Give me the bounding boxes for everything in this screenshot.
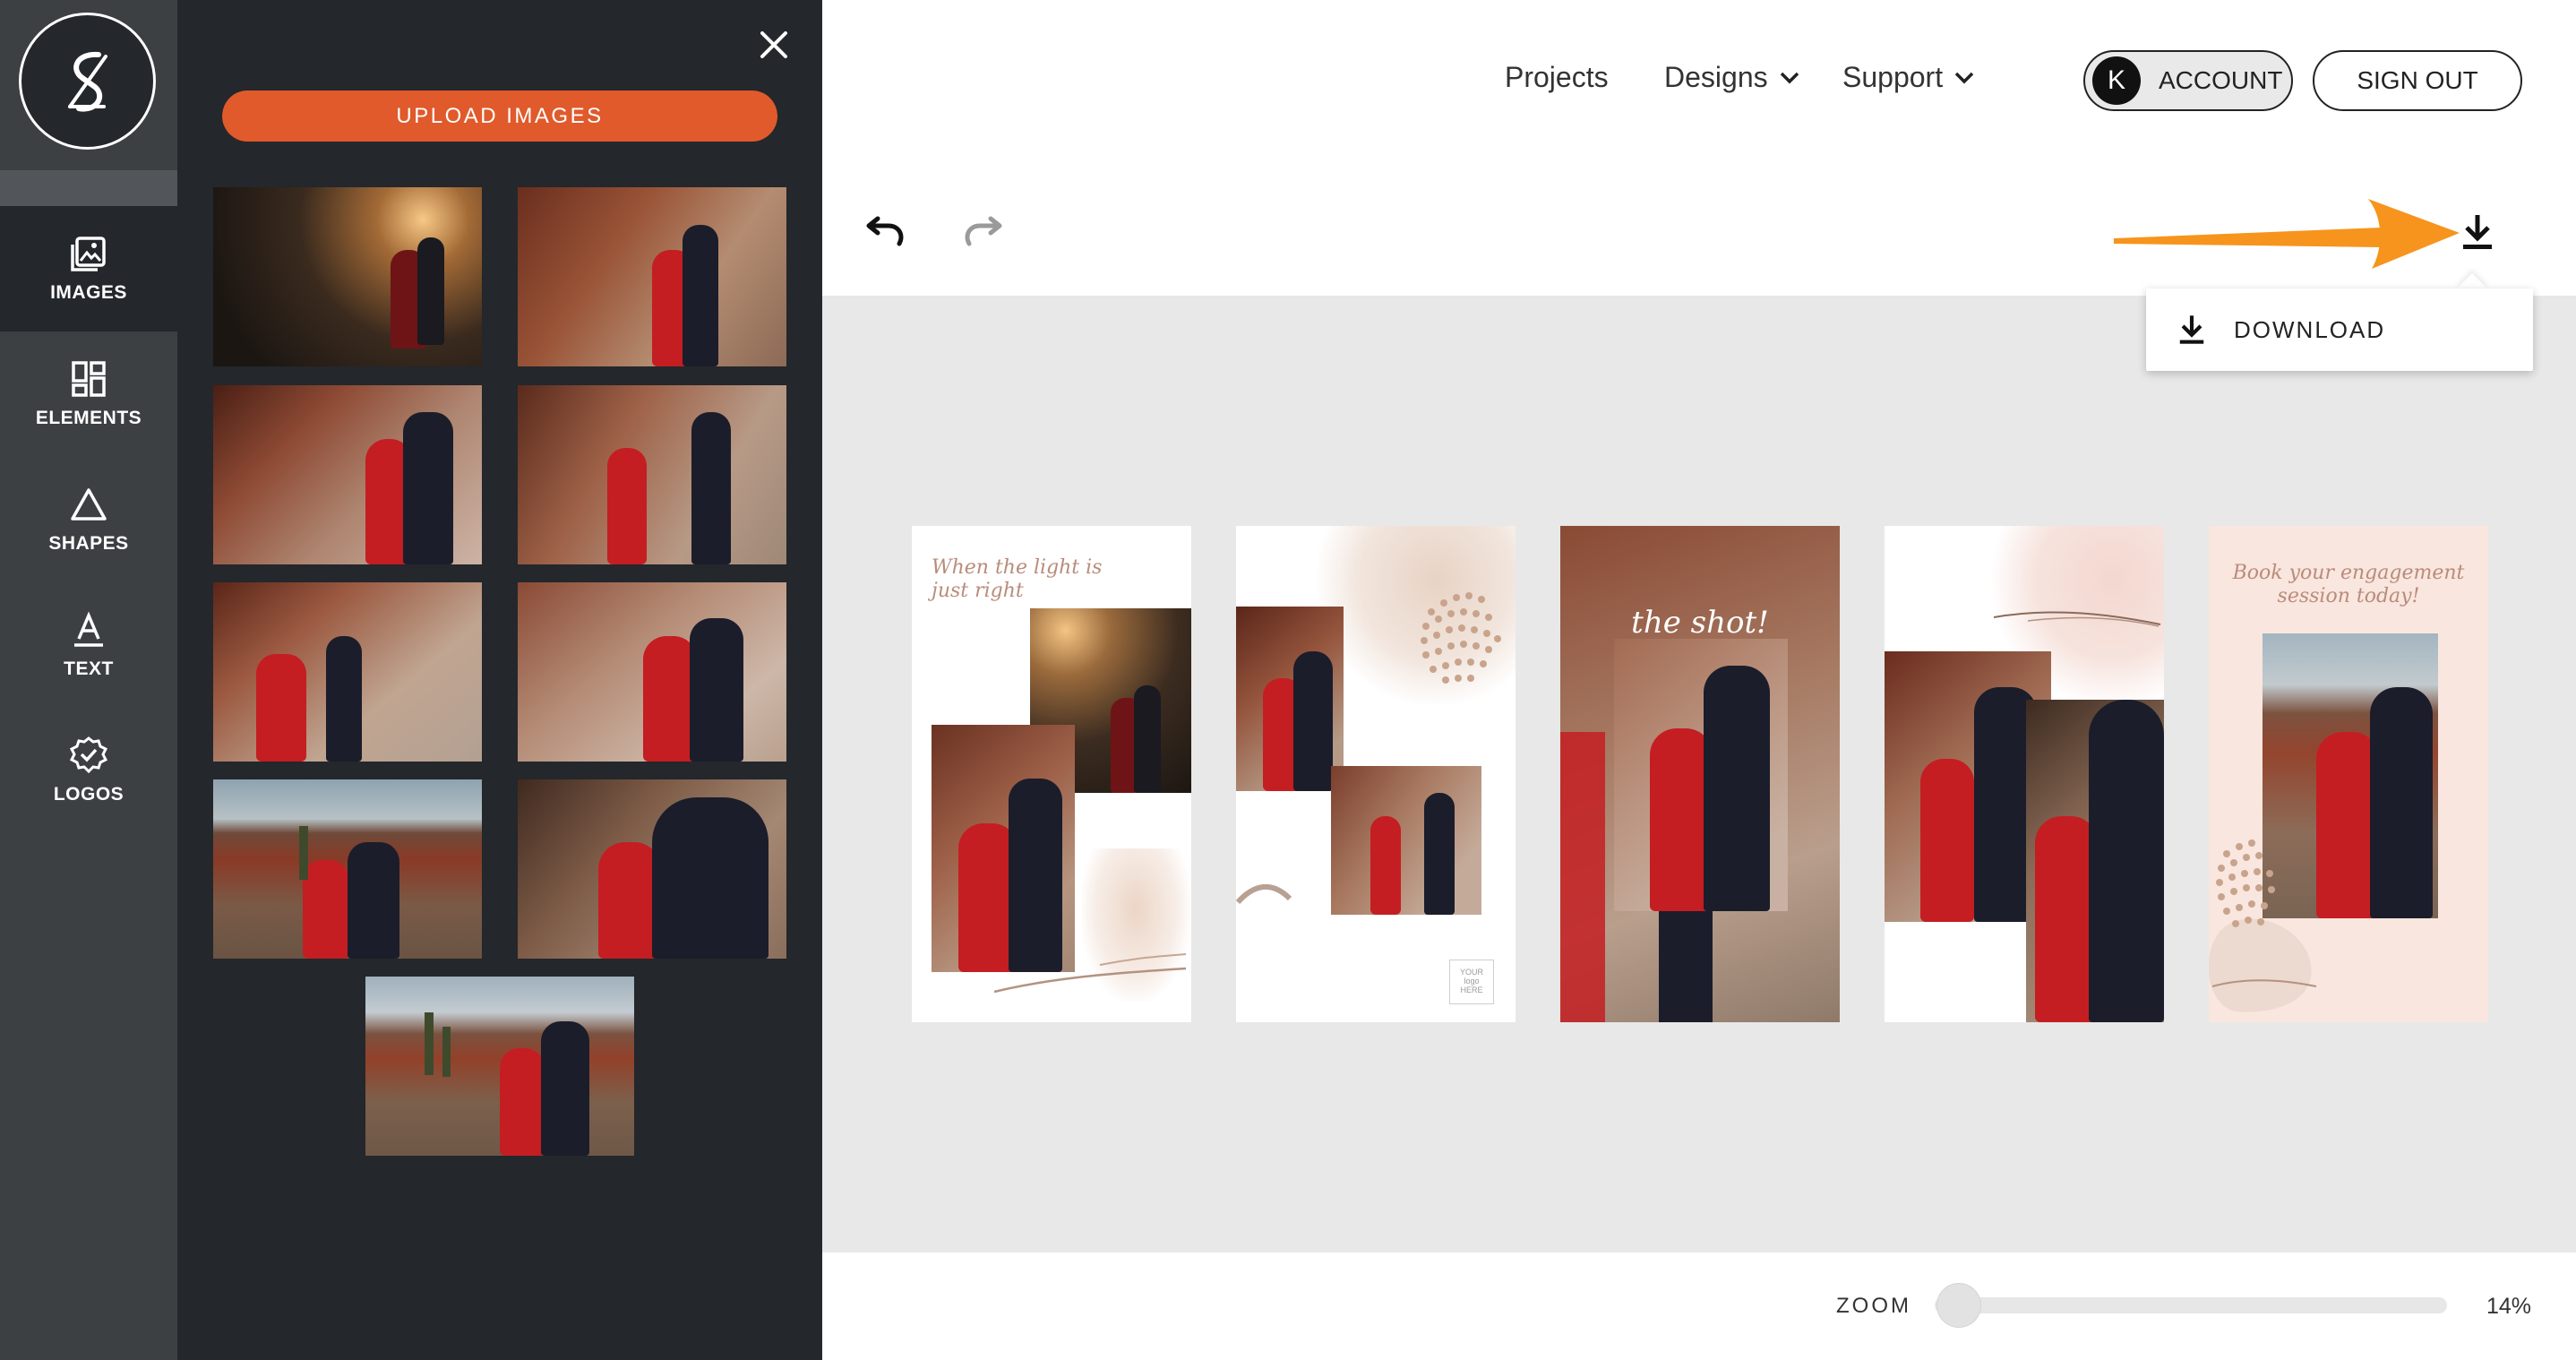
design-card-5[interactable]: Book your engagement session today! (2209, 526, 2488, 1022)
design-card-2[interactable]: YOUR logo HERE (1236, 526, 1516, 1022)
design-photo (2026, 700, 2164, 1022)
chevron-down-icon (1954, 72, 1974, 83)
zoom-slider-handle[interactable] (1936, 1283, 1981, 1328)
design-caption-text: Book your engagement session today! (2232, 562, 2465, 608)
nav-designs-label: Designs (1664, 61, 1768, 93)
zoom-slider-track[interactable] (1935, 1297, 2447, 1313)
design-photo (1614, 639, 1788, 911)
design-photo (932, 725, 1075, 972)
badge-icon (69, 736, 108, 774)
tool-sidebar: IMAGES ELEMENTS SHAPES TEXT LOGOS (0, 0, 177, 1360)
design-card-4[interactable] (1885, 526, 2164, 1022)
brush-stroke-icon (1236, 883, 1292, 905)
download-menu-label: DOWNLOAD (2234, 315, 2386, 343)
download-icon (2179, 315, 2204, 344)
images-panel: UPLOAD IMAGES (177, 0, 822, 1360)
image-thumbnail-6[interactable] (518, 582, 786, 762)
account-button[interactable]: K ACCOUNT (2083, 50, 2293, 111)
design-photo (1331, 766, 1481, 915)
nav-support-dropdown[interactable]: Support (1842, 61, 1975, 94)
annotation-arrow-icon (2114, 199, 2460, 269)
image-thumbnail-1[interactable] (213, 187, 482, 366)
download-dropdown: DOWNLOAD (2146, 288, 2533, 371)
dot-pattern-icon (1421, 592, 1501, 684)
zoom-bar: ZOOM 14% (822, 1252, 2576, 1360)
text-icon (74, 611, 103, 647)
background-figure (1659, 902, 1713, 1022)
account-label: ACCOUNT (2159, 66, 2283, 94)
image-thumbnail-4[interactable] (518, 385, 786, 564)
nav-projects-link[interactable]: Projects (1505, 61, 1609, 94)
redo-icon[interactable] (962, 213, 1005, 253)
nav-projects-label: Projects (1505, 61, 1609, 93)
app-logo[interactable] (19, 13, 156, 150)
sidebar-item-label: SHAPES (48, 533, 129, 554)
grid-icon (72, 361, 106, 397)
image-thumbnail-3[interactable] (213, 385, 482, 564)
top-navigation: Projects Designs Support K ACCOUNT SIGN … (822, 0, 2576, 161)
image-thumbnail-9[interactable] (365, 977, 634, 1156)
zoom-label: ZOOM (1836, 1294, 1911, 1318)
design-caption-text: When the light is just right (932, 556, 1103, 603)
sidebar-item-label: TEXT (64, 658, 114, 679)
sign-out-button[interactable]: SIGN OUT (2313, 50, 2522, 111)
download-icon[interactable] (2460, 211, 2495, 253)
logo-mark-icon (67, 51, 107, 112)
nav-designs-dropdown[interactable]: Designs (1664, 61, 1800, 94)
avatar: K (2092, 56, 2141, 105)
image-thumbnail-7[interactable] (213, 779, 482, 959)
sidebar-item-label: IMAGES (50, 282, 127, 303)
design-card-1[interactable]: When the light is just right (912, 526, 1191, 1022)
download-menu-item[interactable]: DOWNLOAD (2146, 288, 2533, 371)
rail-divider (0, 170, 177, 206)
triangle-icon (71, 488, 107, 521)
sidebar-item-text[interactable]: TEXT (0, 582, 177, 708)
background-figure (1560, 732, 1605, 1022)
design-editor: IMAGES ELEMENTS SHAPES TEXT LOGOS UPLOAD… (0, 0, 2576, 1360)
brush-stroke-icon (1993, 611, 2161, 627)
undo-icon[interactable] (863, 213, 906, 253)
nav-support-label: Support (1842, 61, 1944, 93)
dot-pattern-icon (2209, 839, 2317, 1012)
design-card-3[interactable]: the shot! (1560, 526, 1840, 1022)
sidebar-item-shapes[interactable]: SHAPES (0, 457, 177, 582)
logo-placeholder: YOUR logo HERE (1449, 960, 1494, 1004)
image-thumbnail-2[interactable] (518, 187, 786, 366)
sidebar-item-logos[interactable]: LOGOS (0, 708, 177, 833)
sidebar-item-label: LOGOS (53, 784, 125, 805)
sidebar-item-images[interactable]: IMAGES (0, 206, 177, 331)
image-icon (71, 237, 106, 271)
sidebar-item-elements[interactable]: ELEMENTS (0, 331, 177, 457)
image-thumbnail-5[interactable] (213, 582, 482, 762)
image-thumbnail-8[interactable] (518, 779, 786, 959)
zoom-value: 14% (2486, 1294, 2532, 1319)
close-icon[interactable] (758, 29, 790, 61)
upload-images-button[interactable]: UPLOAD IMAGES (222, 90, 777, 142)
brush-stroke-icon (993, 953, 1187, 994)
design-photo (1236, 607, 1344, 791)
design-caption-text: the shot! (1631, 605, 1769, 641)
chevron-down-icon (1780, 72, 1799, 83)
design-canvas: When the light is just right YOUR logo H… (822, 296, 2576, 1252)
sidebar-item-label: ELEMENTS (35, 408, 142, 428)
